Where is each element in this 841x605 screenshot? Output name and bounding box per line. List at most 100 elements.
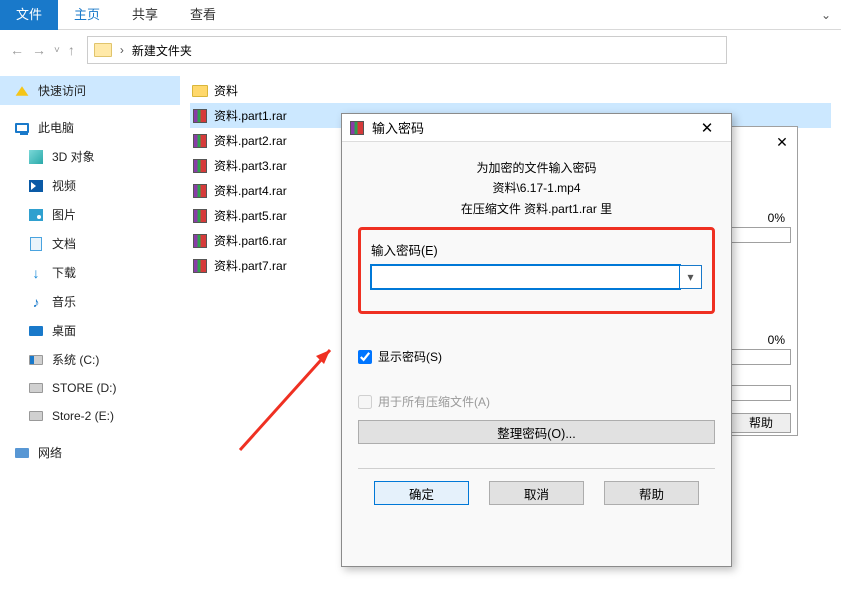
info-line: 在压缩文件 资料.part1.rar 里 [358,199,715,219]
password-dialog: 输入密码 ✕ 为加密的文件输入密码 资料\6.17-1.mp4 在压缩文件 资料… [341,113,732,567]
sidebar-item-music[interactable]: ♪ 音乐 [0,287,180,316]
ribbon-collapse-icon[interactable]: ⌄ [821,8,831,22]
network-icon [14,445,30,461]
sidebar-label: 视频 [52,177,76,194]
nav-back-icon[interactable]: ← [10,42,24,58]
close-button[interactable]: ✕ [767,127,797,157]
file-name: 资料 [214,82,238,99]
all-archives-label: 用于所有压缩文件(A) [378,393,490,410]
progress-percent: 0% [768,211,785,225]
show-password-label: 显示密码(S) [378,348,442,365]
sidebar-item-pictures[interactable]: 图片 [0,200,180,229]
sidebar-item-video[interactable]: 视频 [0,171,180,200]
ribbon-tabs: 文件 主页 共享 查看 ⌄ [0,0,841,30]
sidebar-label: 快速访问 [38,82,86,99]
ok-button[interactable]: 确定 [374,481,469,505]
sidebar-label: STORE (D:) [52,381,116,395]
help-button[interactable]: 帮助 [604,481,699,505]
nav-up-icon[interactable]: ↑ [68,42,75,58]
sidebar-label: 此电脑 [38,119,74,136]
sidebar-item-desktop[interactable]: 桌面 [0,316,180,345]
rar-icon [192,133,208,149]
rar-icon [192,183,208,199]
file-name: 资料.part7.rar [214,257,287,274]
close-button[interactable]: ✕ [687,119,727,137]
sidebar-item-network[interactable]: 网络 [0,438,180,467]
sidebar-item-drive-e[interactable]: Store-2 (E:) [0,402,180,430]
sidebar-item-3d[interactable]: 3D 对象 [0,142,180,171]
nav-recent-icon[interactable]: ˅ [54,45,60,56]
cube-icon [28,149,44,165]
rar-icon [192,258,208,274]
download-icon: ↓ [28,265,44,281]
progress-bar [725,227,791,243]
chevron-down-icon: ▾ [687,270,693,284]
dialog-info: 为加密的文件输入密码 资料\6.17-1.mp4 在压缩文件 资料.part1.… [358,158,715,219]
sidebar-label: 系统 (C:) [52,351,99,368]
file-name: 资料.part2.rar [214,132,287,149]
star-icon [14,83,30,99]
sidebar-item-this-pc[interactable]: 此电脑 [0,113,180,142]
all-archives-row: 用于所有压缩文件(A) [358,393,715,410]
drive-icon [28,408,44,424]
nav-bar: ← → ˅ ↑ › 新建文件夹 [0,30,841,70]
sidebar-item-downloads[interactable]: ↓ 下载 [0,258,180,287]
info-line: 为加密的文件输入密码 [358,158,715,178]
file-name: 资料.part3.rar [214,157,287,174]
file-name: 资料.part4.rar [214,182,287,199]
drive-icon [28,352,44,368]
sidebar-label: 文档 [52,235,76,252]
video-icon [28,178,44,194]
rar-icon [192,233,208,249]
info-line: 资料\6.17-1.mp4 [358,178,715,198]
ribbon-tab-share[interactable]: 共享 [116,0,174,30]
desktop-icon [28,323,44,339]
rar-icon [192,208,208,224]
breadcrumb-folder[interactable]: 新建文件夹 [132,42,192,59]
sidebar-item-quick-access[interactable]: 快速访问 [0,76,180,105]
sidebar-label: 下载 [52,264,76,281]
dialog-button-row: 确定 取消 帮助 [358,469,715,505]
rar-icon [192,158,208,174]
monitor-icon [14,120,30,136]
nav-arrows: ← → ˅ ↑ [10,42,75,58]
music-icon: ♪ [28,294,44,310]
drive-icon [28,380,44,396]
dialog-titlebar: 输入密码 ✕ [342,114,731,142]
chevron-right-icon: › [120,43,124,57]
sidebar-item-drive-d[interactable]: STORE (D:) [0,374,180,402]
folder-icon [192,85,208,97]
sidebar-label: Store-2 (E:) [52,409,114,423]
sidebar-item-drive-c[interactable]: 系统 (C:) [0,345,180,374]
sidebar: 快速访问 此电脑 3D 对象 视频 图片 文档 ↓ 下载 ♪ 音乐 [0,70,180,605]
nav-forward-icon[interactable]: → [32,42,46,58]
show-password-checkbox[interactable] [358,350,372,364]
rar-icon [192,108,208,124]
progress-percent: 0% [768,333,785,347]
sidebar-label: 桌面 [52,322,76,339]
ribbon-tab-file[interactable]: 文件 [0,0,58,30]
help-button[interactable]: 帮助 [731,413,791,433]
dropdown-button[interactable]: ▾ [680,265,702,289]
show-password-row: 显示密码(S) [358,348,715,365]
file-name: 资料.part5.rar [214,207,287,224]
sidebar-label: 图片 [52,206,76,223]
file-name: 资料.part6.rar [214,232,287,249]
password-combo: ▾ [371,265,702,289]
ribbon-tab-view[interactable]: 查看 [174,0,232,30]
cancel-button[interactable]: 取消 [489,481,584,505]
document-icon [28,236,44,252]
password-input[interactable] [371,265,680,289]
sidebar-label: 网络 [38,444,62,461]
sidebar-label: 3D 对象 [52,148,95,165]
progress-bar [725,385,791,401]
address-bar[interactable]: › 新建文件夹 [87,36,727,64]
organize-passwords-button[interactable]: 整理密码(O)... [358,420,715,444]
progress-bar [725,349,791,365]
dialog-title: 输入密码 [372,118,424,137]
dialog-body: 为加密的文件输入密码 资料\6.17-1.mp4 在压缩文件 资料.part1.… [342,142,731,505]
ribbon-tab-home[interactable]: 主页 [58,0,116,30]
sidebar-item-docs[interactable]: 文档 [0,229,180,258]
list-item-folder[interactable]: 资料 [190,78,831,103]
all-archives-checkbox [358,395,372,409]
